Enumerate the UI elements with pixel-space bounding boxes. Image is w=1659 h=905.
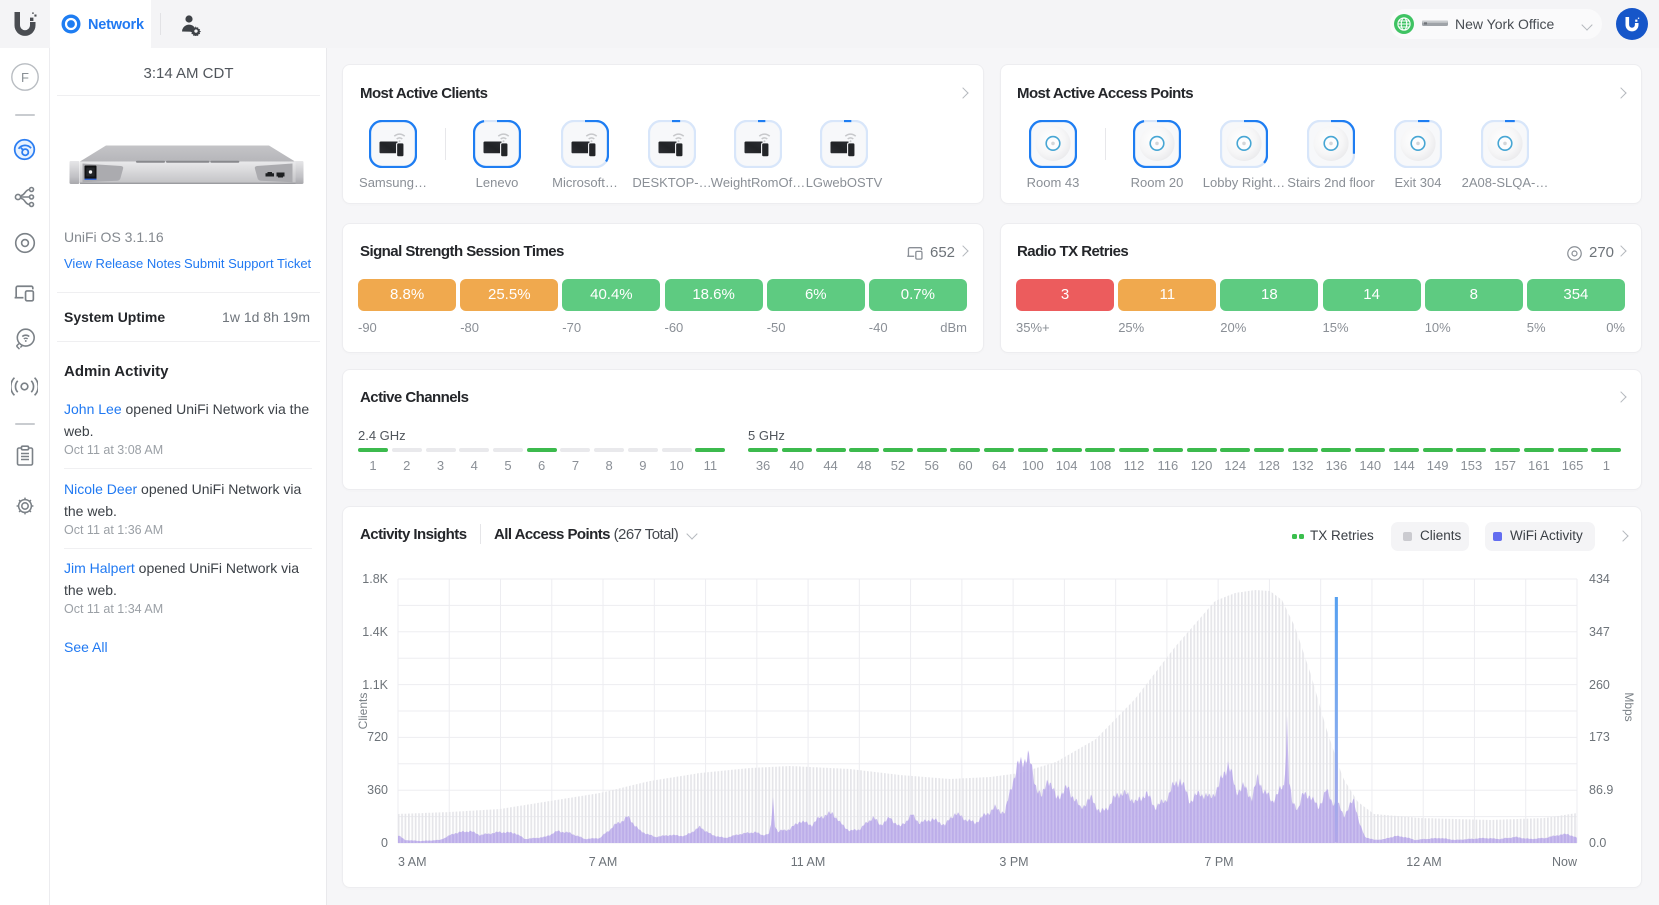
svg-text:173: 173 — [1589, 730, 1610, 744]
svg-text:260: 260 — [1589, 678, 1610, 692]
svg-text:F: F — [21, 70, 29, 85]
svg-text:7 AM: 7 AM — [589, 855, 618, 869]
svg-text:347: 347 — [1589, 625, 1610, 639]
svg-text:Clients: Clients — [356, 693, 370, 730]
svg-text:11 AM: 11 AM — [791, 855, 826, 869]
svg-text:1.4K: 1.4K — [362, 625, 388, 639]
svg-text:3 AM: 3 AM — [398, 855, 427, 869]
svg-text:1.8K: 1.8K — [362, 572, 388, 586]
svg-text:0: 0 — [381, 836, 388, 850]
svg-text:0.0: 0.0 — [1589, 836, 1606, 850]
svg-text:360: 360 — [367, 783, 388, 797]
svg-text:Mbps: Mbps — [1622, 692, 1636, 721]
svg-text:7 PM: 7 PM — [1204, 855, 1233, 869]
svg-text:434: 434 — [1589, 572, 1610, 586]
svg-text:Now: Now — [1552, 855, 1578, 869]
svg-text:3 PM: 3 PM — [999, 855, 1028, 869]
svg-text:1.1K: 1.1K — [362, 678, 388, 692]
svg-text:86.9: 86.9 — [1589, 783, 1613, 797]
svg-text:720: 720 — [367, 730, 388, 744]
svg-text:12 AM: 12 AM — [1406, 855, 1441, 869]
